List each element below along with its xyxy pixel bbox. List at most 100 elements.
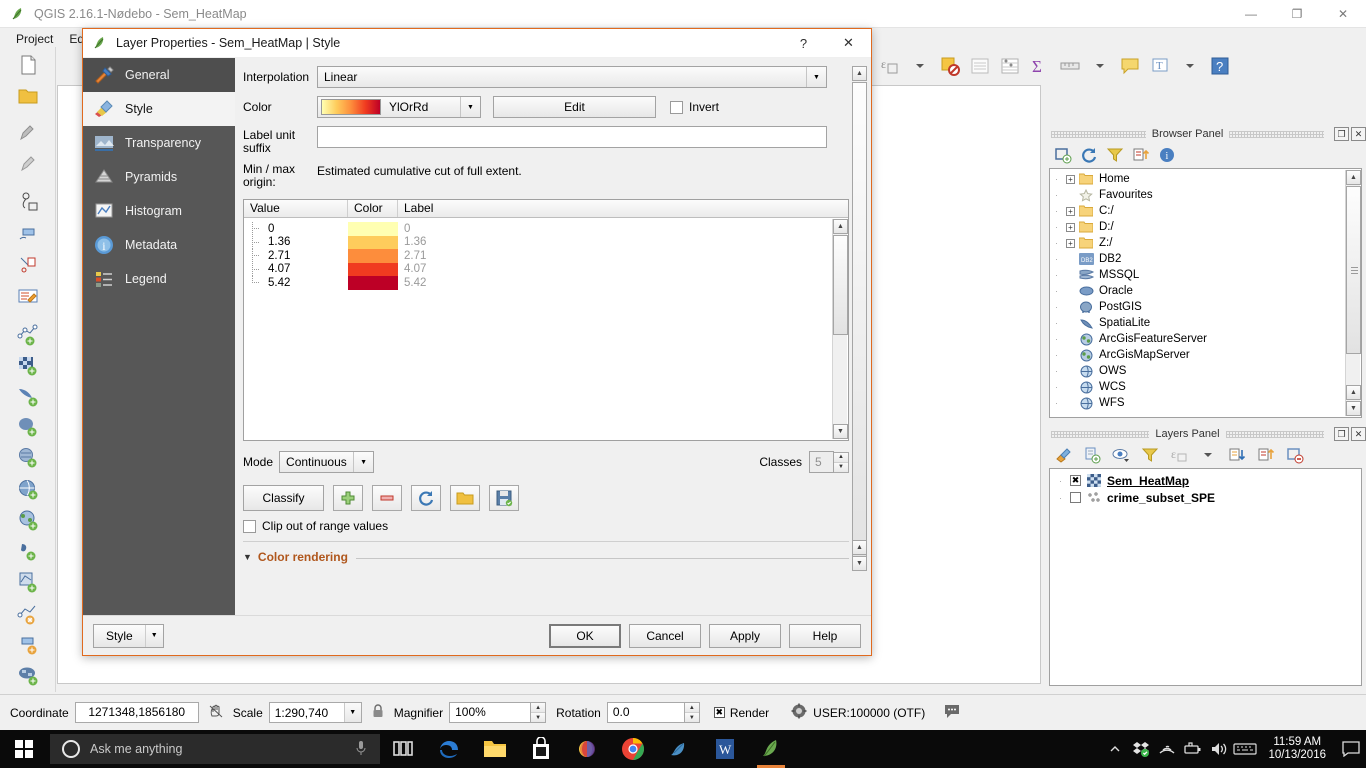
magnifier-input[interactable]: 100% [449, 702, 531, 723]
microphone-icon[interactable] [354, 739, 368, 760]
refresh-icon[interactable] [1079, 145, 1099, 165]
ramp-table-row[interactable]: 2.71 2.71 [244, 249, 848, 263]
rotation-input[interactable]: 0.0 [607, 702, 685, 723]
close-panel-icon[interactable]: ✕ [1351, 427, 1366, 441]
help-button[interactable]: Help [789, 624, 861, 648]
chevron-down-icon[interactable]: ▼ [806, 67, 826, 87]
new-text-annotation-icon[interactable]: T [1146, 52, 1174, 80]
word-icon[interactable]: W [702, 730, 748, 768]
dialog-content-scrollbar[interactable]: ▲ ▲ ▼ [852, 66, 867, 571]
spin-up-icon[interactable]: ▲ [834, 453, 848, 463]
network-icon[interactable] [1154, 730, 1180, 768]
chevron-down-icon[interactable]: ▼ [353, 452, 373, 472]
open-file-icon[interactable] [450, 485, 480, 511]
add-mssql-layer-icon[interactable] [8, 442, 48, 473]
help-contents-icon[interactable]: ? [1206, 52, 1234, 80]
sidebar-item-style[interactable]: Style [83, 92, 235, 126]
ramp-row-label[interactable]: 4.07 [398, 263, 848, 275]
battery-icon[interactable] [1180, 730, 1206, 768]
sidebar-item-histogram[interactable]: Histogram [83, 194, 235, 228]
dialog-help-button[interactable]: ? [781, 29, 826, 58]
ramp-table-scrollbar[interactable]: ▲ ▼ [832, 219, 847, 439]
invert-checkbox-group[interactable]: Invert [670, 100, 719, 114]
dropbox-icon[interactable] [1128, 730, 1154, 768]
chevron-down-icon[interactable]: ▼ [344, 703, 361, 722]
scroll-up-button-2[interactable]: ▲ [1346, 385, 1361, 400]
show-hidden-icons-icon[interactable] [1102, 730, 1128, 768]
spin-down-icon[interactable]: ▼ [685, 713, 699, 722]
ramp-row-value-cell[interactable]: 2.71 [244, 249, 348, 262]
add-spatialite-layer-icon[interactable] [8, 380, 48, 411]
scroll-down-button[interactable]: ▼ [1346, 401, 1361, 416]
annotation-dropdown-icon[interactable] [1176, 52, 1204, 80]
browser-tree-item[interactable]: WFS [1050, 395, 1361, 411]
ramp-row-color-swatch[interactable] [348, 249, 398, 263]
file-explorer-icon[interactable] [472, 730, 518, 768]
spin-down-icon[interactable]: ▼ [834, 463, 848, 472]
add-vector-layer-icon[interactable] [8, 318, 48, 349]
float-panel-icon[interactable]: ❐ [1334, 427, 1349, 441]
cortana-search-box[interactable]: Ask me anything [50, 734, 380, 764]
chevron-down-icon[interactable]: ▼ [145, 625, 163, 647]
add-comma-layer-icon[interactable] [8, 535, 48, 566]
browser-tree-item[interactable]: Oracle [1050, 283, 1361, 299]
layer-visibility-checkbox[interactable] [1070, 492, 1081, 503]
new-shapefile-layer-icon[interactable] [8, 566, 48, 597]
classify-button[interactable]: Classify [243, 485, 324, 511]
browser-tree-item[interactable]: Favourites [1050, 187, 1361, 203]
edit-ramp-button[interactable]: Edit [493, 96, 656, 118]
expand-all-icon[interactable] [1227, 445, 1247, 465]
nbc-icon[interactable] [564, 730, 610, 768]
remove-entry-icon[interactable] [372, 485, 402, 511]
cancel-button[interactable]: Cancel [629, 624, 701, 648]
ramp-table-row[interactable]: 00 [244, 222, 848, 236]
field-calculator-icon[interactable] [996, 52, 1024, 80]
browser-tree-item[interactable]: +Z:/ [1050, 235, 1361, 251]
rotation-spinner[interactable]: ▲▼ [685, 702, 700, 723]
add-delimited-text-layer-icon[interactable] [8, 187, 48, 218]
add-entry-icon[interactable] [333, 485, 363, 511]
apply-button[interactable]: Apply [709, 624, 781, 648]
scroll-up-button[interactable]: ▲ [852, 66, 867, 81]
sidebar-item-metadata[interactable]: i Metadata [83, 228, 235, 262]
scroll-down-button[interactable]: ▼ [852, 556, 867, 571]
chevron-down-icon[interactable]: ▼ [460, 97, 480, 117]
browser-tree-item[interactable]: +Home [1050, 171, 1361, 187]
expand-node-icon[interactable]: + [1066, 207, 1075, 216]
collapse-all-icon[interactable] [1256, 445, 1276, 465]
browser-tree-item[interactable]: SpatiaLite [1050, 315, 1361, 331]
expression-dropdown-icon[interactable] [1198, 445, 1218, 465]
maximize-button[interactable]: ❐ [1274, 0, 1320, 28]
remove-layer-icon[interactable] [1285, 445, 1305, 465]
current-edits-icon[interactable] [8, 149, 48, 180]
ramp-row-color-swatch[interactable] [348, 263, 398, 277]
scroll-up-button[interactable]: ▲ [1346, 170, 1361, 185]
start-button-icon[interactable] [0, 730, 48, 768]
add-wfs-layer-icon[interactable] [8, 473, 48, 504]
ramp-row-label[interactable]: 2.71 [398, 250, 848, 262]
collapse-all-icon[interactable] [1131, 145, 1151, 165]
deselect-features-icon[interactable] [936, 52, 964, 80]
scroll-up-button[interactable]: ▲ [833, 219, 848, 234]
browser-tree-item[interactable]: +C:/ [1050, 203, 1361, 219]
sidebar-item-pyramids[interactable]: Pyramids [83, 160, 235, 194]
new-memory-layer-icon[interactable] [8, 597, 48, 628]
layer-list-item[interactable]: crime_subset_SPE [1050, 489, 1361, 506]
keyboard-icon[interactable] [1232, 730, 1258, 768]
action-center-icon[interactable] [1336, 730, 1366, 768]
ramp-row-label[interactable]: 0 [398, 223, 848, 235]
new-project-icon[interactable] [8, 49, 48, 80]
qgis-icon[interactable] [748, 730, 794, 768]
invert-checkbox[interactable] [670, 101, 683, 114]
edge-icon[interactable] [426, 730, 472, 768]
scale-combo[interactable]: 1:290,740 ▼ [269, 702, 362, 723]
minimize-button[interactable]: — [1228, 0, 1274, 28]
ramp-row-value-cell[interactable]: 1.36 [244, 236, 348, 249]
browser-tree-item[interactable]: DB2DB2 [1050, 251, 1361, 267]
expression-filter-icon[interactable]: ε [1169, 445, 1189, 465]
add-layer-icon[interactable] [1053, 145, 1073, 165]
ramp-row-color-swatch[interactable] [348, 222, 398, 236]
add-arcgis-layer-icon[interactable] [8, 504, 48, 535]
properties-info-icon[interactable]: i [1157, 145, 1177, 165]
color-ramp-combo[interactable]: YlOrRd ▼ [317, 96, 481, 118]
